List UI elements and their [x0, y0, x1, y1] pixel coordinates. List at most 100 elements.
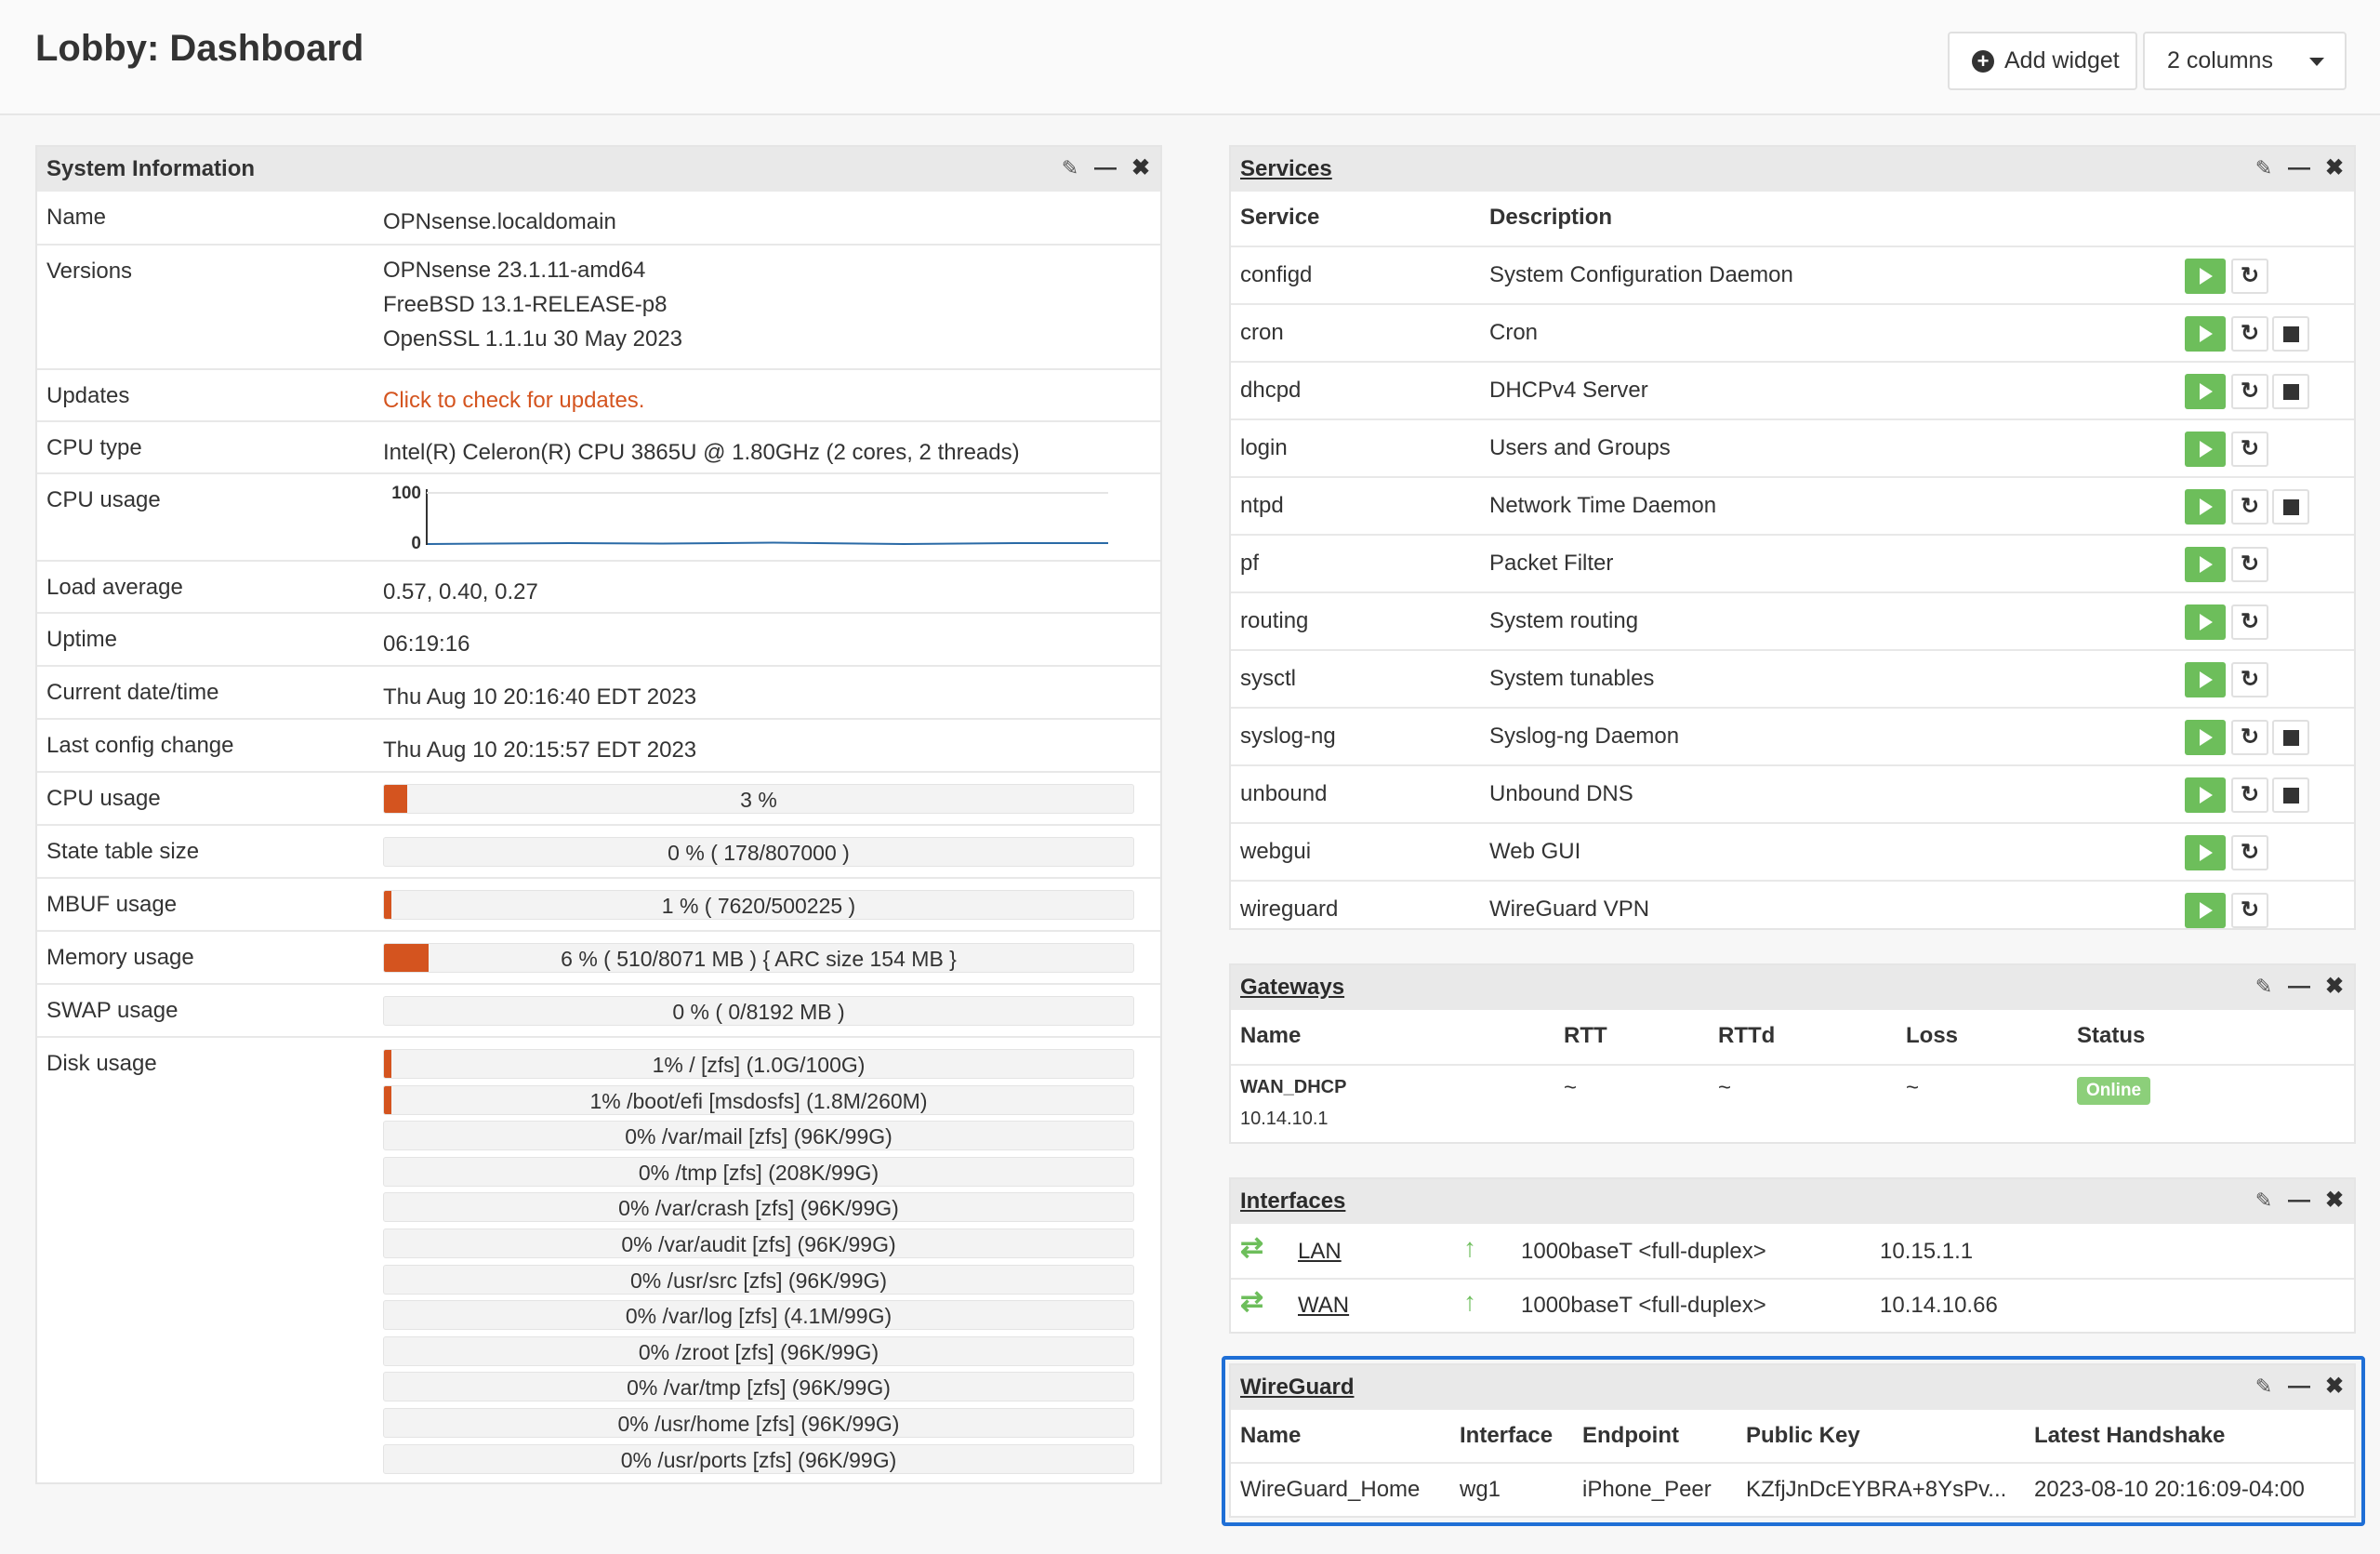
service-row: ntpd Network Time Daemon ↻ — [1231, 476, 2354, 534]
service-description: WireGuard VPN — [1489, 897, 1650, 922]
disk-usage-bar: 0% /zroot [zfs] (96K/99G) — [383, 1335, 1134, 1366]
info-label: Memory usage — [46, 945, 194, 970]
pencil-icon[interactable]: ✎ — [2250, 973, 2278, 1001]
restart-button[interactable]: ↻ — [2231, 432, 2268, 467]
add-widget-button[interactable]: + Add widget — [1948, 32, 2137, 90]
service-name: syslog-ng — [1240, 724, 1336, 749]
services-widget: Services ✎ — ✖ Service Description confi… — [1229, 145, 2356, 930]
service-row: syslog-ng Syslog-ng Daemon ↻ — [1231, 707, 2354, 764]
close-icon[interactable]: ✖ — [2320, 1187, 2348, 1215]
gateways-widget: Gateways ✎ — ✖ Name RTT RTTd Loss Status… — [1229, 963, 2356, 1144]
progress-bar: 1 % ( 7620/500225 ) — [383, 890, 1134, 920]
progress-text: 1% /boot/efi [msdosfs] (1.8M/260M) — [589, 1088, 928, 1113]
restart-button[interactable]: ↻ — [2231, 374, 2268, 409]
minimize-icon[interactable]: — — [1091, 154, 1119, 182]
info-label: Uptime — [46, 627, 118, 652]
gateway-name: WAN_DHCP — [1240, 1077, 1347, 1097]
stop-button[interactable] — [2272, 489, 2309, 525]
info-label: Versions — [46, 259, 133, 284]
caret-down-icon — [2309, 58, 2324, 66]
pencil-icon[interactable]: ✎ — [2250, 1187, 2278, 1215]
interface-link[interactable]: LAN — [1298, 1239, 1342, 1265]
widget-header: System Information ✎ — ✖ — [37, 147, 1160, 192]
system-information-widget: System Information ✎ — ✖ Name OPNsense.l… — [35, 145, 1162, 1484]
col-header-service: Service — [1240, 205, 1320, 230]
widget-title-link[interactable]: Interfaces — [1240, 1189, 1345, 1215]
stop-button[interactable] — [2272, 777, 2309, 813]
cpu-usage-graph: 100 0 — [391, 484, 1108, 552]
info-label: Load average — [46, 575, 183, 600]
service-row: wireguard WireGuard VPN ↻ — [1231, 880, 2354, 937]
columns-select[interactable]: 2 columns — [2143, 32, 2347, 90]
restart-button[interactable]: ↻ — [2231, 316, 2268, 352]
info-label: MBUF usage — [46, 892, 178, 917]
progress-text: 3 % — [740, 788, 777, 812]
exchange-icon: ⇄ — [1240, 1232, 1264, 1263]
widget-title-link[interactable]: Gateways — [1240, 975, 1344, 1001]
info-row-cpu-graph: CPU usage 100 0 — [37, 472, 1160, 560]
graph-ymin-label: 0 — [411, 534, 421, 552]
pencil-icon[interactable]: ✎ — [2250, 154, 2278, 182]
progress-text: 0 % ( 0/8192 MB ) — [672, 1000, 845, 1024]
widget-header: Services ✎ — ✖ — [1231, 147, 2354, 192]
close-icon[interactable]: ✖ — [1127, 154, 1155, 182]
restart-button[interactable]: ↻ — [2231, 489, 2268, 525]
restart-button[interactable]: ↻ — [2231, 893, 2268, 928]
progress-text: 0% /var/log [zfs] (4.1M/99G) — [625, 1304, 892, 1329]
restart-button[interactable]: ↻ — [2231, 777, 2268, 813]
disk-usage-bar: 0% /tmp [zfs] (208K/99G) — [383, 1156, 1134, 1187]
check-updates-link[interactable]: Click to check for updates. — [383, 383, 644, 418]
progress-text: 0% /var/tmp [zfs] (96K/99G) — [627, 1375, 891, 1401]
service-running-play-icon — [2185, 489, 2226, 525]
disk-usage-bar: 1% / [zfs] (1.0G/100G) — [383, 1049, 1134, 1079]
interface-ip: 10.14.10.66 — [1880, 1293, 1998, 1318]
service-running-play-icon — [2185, 547, 2226, 582]
interface-row: ⇄ LAN ↑ 1000baseT <full-duplex> 10.15.1.… — [1231, 1226, 2354, 1278]
interface-media: 1000baseT <full-duplex> — [1521, 1293, 1766, 1318]
service-row: webgui Web GUI ↻ — [1231, 822, 2354, 880]
close-icon[interactable]: ✖ — [2320, 154, 2348, 182]
gateway-rtt: ~ — [1564, 1075, 1578, 1100]
restart-button[interactable]: ↻ — [2231, 835, 2268, 870]
minimize-icon[interactable]: — — [2285, 154, 2313, 182]
version-line: FreeBSD 13.1-RELEASE-p8 — [383, 292, 668, 317]
disk-usage-bar: 0% /var/tmp [zfs] (96K/99G) — [383, 1372, 1134, 1402]
restart-button[interactable]: ↻ — [2231, 547, 2268, 582]
minimize-icon[interactable]: — — [2285, 1187, 2313, 1215]
info-label: CPU type — [46, 435, 142, 460]
widget-title-link[interactable]: Services — [1240, 156, 1332, 182]
info-row-versions: Versions OPNsense 23.1.11-amd64 FreeBSD … — [37, 244, 1160, 368]
restart-button[interactable]: ↻ — [2231, 720, 2268, 755]
disk-usage-bar: 0% /usr/ports [zfs] (96K/99G) — [383, 1443, 1134, 1474]
info-label: Disk usage — [46, 1051, 157, 1076]
service-name: cron — [1240, 320, 1284, 345]
service-description: Network Time Daemon — [1489, 493, 1717, 518]
service-name: pf — [1240, 551, 1260, 576]
info-value: 0.57, 0.40, 0.27 — [383, 579, 538, 604]
stop-button[interactable] — [2272, 316, 2309, 352]
service-row: login Users and Groups ↻ — [1231, 418, 2354, 476]
service-row: unbound Unbound DNS ↻ — [1231, 764, 2354, 822]
minimize-icon[interactable]: — — [2285, 973, 2313, 1001]
info-label: Current date/time — [46, 680, 219, 705]
pencil-icon[interactable]: ✎ — [1056, 154, 1084, 182]
graph-ymax-label: 100 — [391, 484, 421, 503]
col-header-name: Name — [1240, 1023, 1302, 1048]
interfaces-widget: Interfaces ✎ — ✖ ⇄ LAN ↑ 1000baseT <full… — [1229, 1177, 2356, 1334]
service-description: Users and Groups — [1489, 435, 1671, 460]
close-icon[interactable]: ✖ — [2320, 973, 2348, 1001]
progress-text: 1% / [zfs] (1.0G/100G) — [652, 1053, 866, 1077]
restart-button[interactable]: ↻ — [2231, 604, 2268, 640]
disk-usage-bar: 0% /usr/home [zfs] (96K/99G) — [383, 1408, 1134, 1438]
info-value: 06:19:16 — [383, 631, 470, 657]
columns-select-value: 2 columns — [2167, 47, 2273, 73]
stop-button[interactable] — [2272, 720, 2309, 755]
restart-button[interactable]: ↻ — [2231, 259, 2268, 294]
restart-button[interactable]: ↻ — [2231, 662, 2268, 697]
progress-text: 0% /var/mail [zfs] (96K/99G) — [625, 1124, 892, 1149]
stop-button[interactable] — [2272, 374, 2309, 409]
info-row-cputype: CPU type Intel(R) Celeron(R) CPU 3865U @… — [37, 420, 1160, 472]
interface-link[interactable]: WAN — [1298, 1293, 1349, 1319]
progress-text: 0% /var/crash [zfs] (96K/99G) — [618, 1196, 899, 1221]
service-name: unbound — [1240, 781, 1328, 806]
